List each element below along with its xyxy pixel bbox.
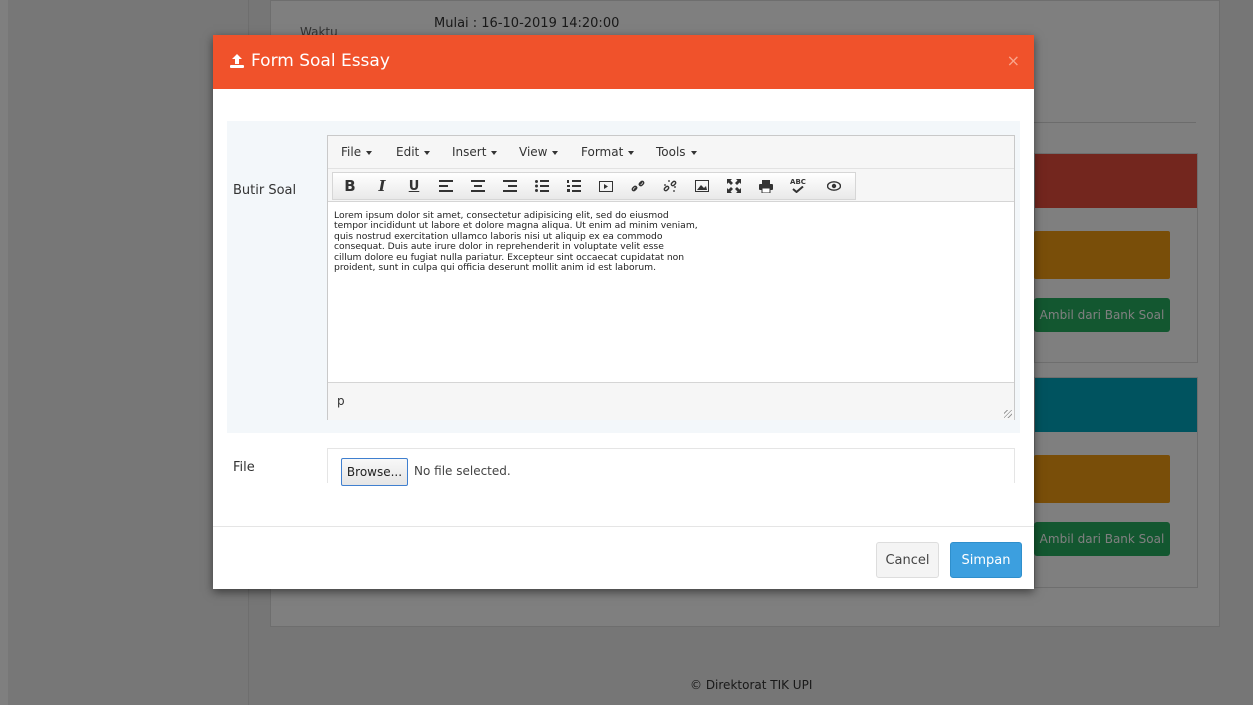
file-input[interactable]: Browse... No file selected. [327,448,1015,486]
file-status: No file selected. [414,464,511,478]
menu-edit[interactable]: Edit [396,145,431,159]
link-icon[interactable] [625,173,651,199]
preview-icon[interactable] [821,173,847,199]
caret-down-icon [552,150,559,155]
image-icon[interactable] [689,173,715,199]
menu-insert[interactable]: Insert [452,145,498,159]
print-icon[interactable] [753,173,779,199]
caret-down-icon [424,150,431,155]
menu-view[interactable]: View [519,145,559,159]
fullscreen-icon[interactable] [721,173,747,199]
editor-toolbar: B I U ABC [328,169,1014,202]
modal-title: Form Soal Essay [229,51,390,71]
close-icon[interactable]: × [1007,51,1020,70]
editor-menubar: File Edit Insert View Format Tools [328,136,1014,169]
browse-button[interactable]: Browse... [341,458,408,486]
toolbar-button-group: B I U ABC [332,172,856,200]
editor-content[interactable]: Lorem ipsum dolor sit amet, consectetur … [334,210,764,273]
resize-handle-icon[interactable] [1004,410,1012,418]
save-button[interactable]: Simpan [950,542,1022,578]
modal-title-text: Form Soal Essay [251,51,390,71]
form-soal-modal: Form Soal Essay × Butir Soal File Edit I… [213,35,1034,589]
menu-format[interactable]: Format [581,145,635,159]
file-label: File [233,460,255,475]
underline-icon[interactable]: U [401,173,427,199]
caret-down-icon [366,150,373,155]
menu-tools[interactable]: Tools [656,145,697,159]
caret-down-icon [690,150,697,155]
spellcheck-icon[interactable]: ABC [785,173,811,199]
align-right-icon[interactable] [497,173,523,199]
element-path[interactable]: p [337,394,345,408]
numbered-list-icon[interactable] [561,173,587,199]
align-left-icon[interactable] [433,173,459,199]
butir-soal-label: Butir Soal [233,183,297,198]
menu-file[interactable]: File [341,145,373,159]
cancel-button[interactable]: Cancel [876,542,939,578]
rich-text-editor: File Edit Insert View Format Tools B I U [327,135,1015,420]
bullet-list-icon[interactable] [529,173,555,199]
unlink-icon[interactable] [657,173,683,199]
caret-down-icon [491,150,498,155]
media-icon[interactable] [593,173,619,199]
editor-statusbar: p [328,382,1014,420]
align-center-icon[interactable] [465,173,491,199]
modal-footer-divider [213,526,1034,527]
caret-down-icon [628,150,635,155]
upload-icon [229,53,245,69]
italic-icon[interactable]: I [369,173,395,199]
modal-header: Form Soal Essay × [213,35,1034,89]
bold-icon[interactable]: B [337,173,363,199]
